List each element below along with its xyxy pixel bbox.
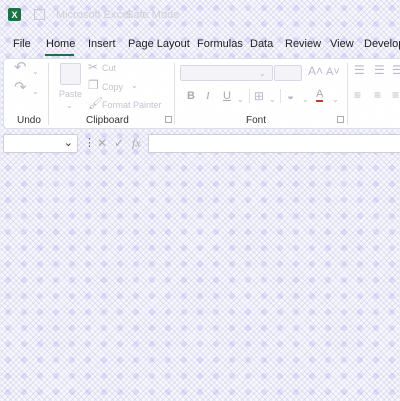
italic-button[interactable]: I — [206, 90, 210, 103]
formula-input[interactable] — [148, 134, 400, 153]
group-separator — [48, 63, 49, 125]
group-separator — [249, 89, 250, 103]
tab-developer[interactable]: Developer — [364, 38, 400, 50]
app-title: Microsoft Excel — [56, 9, 131, 21]
autosave-icon[interactable] — [34, 9, 45, 20]
active-tab-indicator — [45, 54, 74, 56]
group-separator — [174, 63, 175, 125]
increase-font-size-icon[interactable]: A˄ — [308, 65, 323, 78]
decrease-font-size-icon[interactable]: A˅ — [326, 66, 340, 79]
redo-icon[interactable]: ↷ — [14, 80, 27, 95]
align-right-icon[interactable]: ≡ — [392, 89, 399, 102]
tab-file[interactable]: File — [13, 38, 31, 50]
paste-button[interactable]: Paste — [59, 89, 82, 99]
bottom-align-icon[interactable]: ☰ — [392, 64, 400, 77]
copy-icon[interactable]: ❐ — [88, 79, 99, 92]
ribbon: ↶ ⌄ ↷ ⌄ Undo Paste ⌄ ✂ Cut ❐ Copy ⌄ 🖌 Fo… — [3, 58, 400, 129]
format-painter-button[interactable]: Format Painter — [102, 100, 162, 110]
tab-home[interactable]: Home — [46, 38, 75, 50]
tab-review[interactable]: Review — [285, 38, 321, 50]
more-options-icon[interactable]: ⋮ — [84, 136, 95, 149]
tab-view[interactable]: View — [330, 38, 354, 50]
font-color-dropdown-icon[interactable]: ⌄ — [332, 93, 339, 106]
undo-icon[interactable]: ↶ — [14, 60, 27, 75]
tab-formulas[interactable]: Formulas — [197, 38, 243, 50]
fill-color-icon[interactable]: ◒ — [287, 90, 294, 103]
font-dialog-launcher-icon[interactable] — [337, 116, 344, 123]
name-box[interactable]: ⌄ — [3, 134, 78, 153]
title-bar: X Microsoft Excel Safe Mode — [0, 0, 400, 30]
tab-insert[interactable]: Insert — [88, 38, 116, 50]
undo-dropdown-icon[interactable]: ⌄ — [32, 65, 39, 78]
font-color-button[interactable]: A — [316, 89, 324, 102]
formula-bar: ⌄ ⋮ ✕ ✓ fx — [0, 133, 400, 155]
cut-button[interactable]: Cut — [102, 63, 116, 73]
font-group-label: Font — [246, 115, 267, 126]
group-separator — [347, 63, 348, 125]
fill-color-dropdown-icon[interactable]: ⌄ — [302, 93, 309, 106]
top-align-icon[interactable]: ☰ — [354, 64, 365, 77]
format-painter-icon[interactable]: 🖌 — [88, 97, 103, 110]
document-title: Safe Mode — [126, 9, 180, 21]
cut-icon[interactable]: ✂ — [88, 61, 98, 74]
font-size-dropdown[interactable] — [274, 65, 302, 81]
bold-button[interactable]: B — [187, 90, 195, 103]
underline-dropdown-icon[interactable]: ⌄ — [237, 93, 244, 106]
enter-icon[interactable]: ✓ — [114, 136, 124, 150]
paste-dropdown-icon[interactable]: ⌄ — [66, 99, 73, 112]
copy-button[interactable]: Copy — [102, 82, 123, 92]
insert-function-icon[interactable]: fx — [132, 136, 141, 151]
cancel-icon[interactable]: ✕ — [97, 136, 107, 150]
borders-icon[interactable]: ⊞ — [254, 90, 264, 103]
align-center-icon[interactable]: ≡ — [374, 89, 381, 102]
copy-dropdown-icon[interactable]: ⌄ — [131, 79, 138, 92]
undo-group-label: Undo — [17, 115, 41, 126]
chevron-down-icon[interactable]: ⌄ — [64, 136, 73, 149]
tab-data[interactable]: Data — [250, 38, 273, 50]
paste-icon[interactable] — [60, 63, 81, 85]
ribbon-tabs: File Home Insert Page Layout Formulas Da… — [0, 36, 400, 56]
font-name-chevron-down-icon: ⌄ — [259, 69, 266, 78]
borders-dropdown-icon[interactable]: ⌄ — [269, 93, 276, 106]
clipboard-dialog-launcher-icon[interactable] — [165, 116, 172, 123]
redo-dropdown-icon[interactable]: ⌄ — [32, 85, 39, 98]
middle-align-icon[interactable]: ☰ — [374, 64, 385, 77]
group-separator — [280, 89, 281, 103]
underline-button[interactable]: U — [223, 90, 231, 103]
align-left-icon[interactable]: ≡ — [354, 89, 361, 102]
clipboard-group-label: Clipboard — [86, 115, 129, 126]
excel-logo-icon: X — [8, 8, 21, 21]
tab-page-layout[interactable]: Page Layout — [128, 38, 190, 50]
